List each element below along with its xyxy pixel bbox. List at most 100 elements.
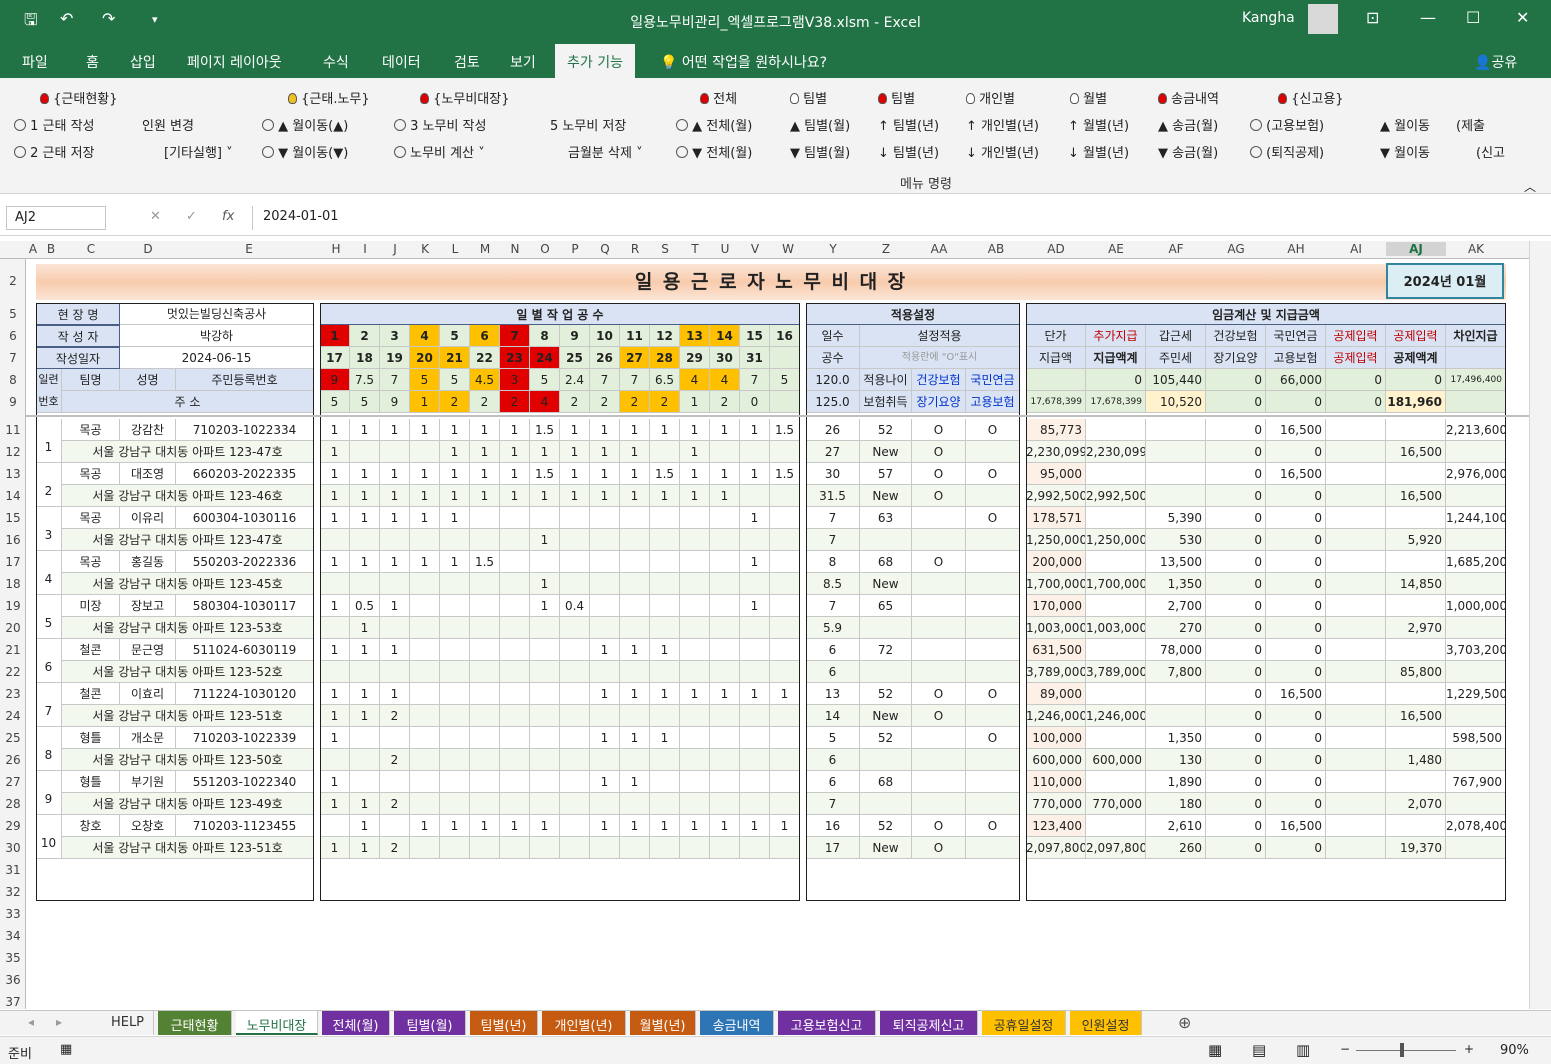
work-hours[interactable]	[680, 771, 710, 793]
address-cell[interactable]: 서울 강남구 대치동 아파트 123-51호	[62, 705, 314, 727]
share-button[interactable]: 👤공유	[1474, 52, 1517, 72]
apply-employment[interactable]	[966, 705, 1020, 727]
work-hours[interactable]	[410, 837, 440, 859]
work-hours[interactable]	[680, 617, 710, 639]
work-hours[interactable]	[500, 793, 530, 815]
work-hours[interactable]: 1	[470, 441, 500, 463]
row-header-8[interactable]: 8	[0, 369, 26, 391]
work-hours[interactable]	[740, 705, 770, 727]
work-hours[interactable]	[680, 595, 710, 617]
work-hours[interactable]	[530, 793, 560, 815]
apply-employment[interactable]	[966, 793, 1020, 815]
sheet-tab[interactable]: 월별(년)	[630, 1011, 696, 1035]
pay-cell[interactable]	[1386, 507, 1446, 529]
apply-employment[interactable]	[966, 837, 1020, 859]
work-hours[interactable]	[560, 683, 590, 705]
work-hours[interactable]	[590, 529, 620, 551]
work-hours[interactable]	[440, 529, 470, 551]
work-hours[interactable]	[770, 837, 800, 859]
ribbon-command-35[interactable]: ▲ 월이동	[1380, 115, 1430, 134]
pay-cell[interactable]: 14,850	[1386, 573, 1446, 595]
column-header-U[interactable]: U	[710, 242, 740, 256]
name-cell[interactable]: 홍길동	[120, 551, 176, 573]
apply-health[interactable]	[912, 595, 966, 617]
work-hours[interactable]	[680, 837, 710, 859]
work-hours[interactable]: 0.5	[350, 595, 380, 617]
work-hours[interactable]	[470, 683, 500, 705]
team-cell[interactable]: 창호	[62, 815, 120, 837]
id-cell[interactable]: 710203-1022339	[176, 727, 314, 749]
radio-icon[interactable]	[676, 146, 688, 158]
sheet-tab[interactable]: 개인별(년)	[542, 1011, 626, 1035]
work-hours[interactable]	[440, 793, 470, 815]
ribbon-command-9[interactable]: {노무비대장}	[420, 88, 509, 107]
work-hours[interactable]	[680, 639, 710, 661]
work-hours[interactable]	[740, 529, 770, 551]
apply-employment[interactable]	[966, 573, 1020, 595]
ribbon-command-15[interactable]: ▲ 전체(월)	[676, 115, 752, 134]
name-cell[interactable]: 대조영	[120, 463, 176, 485]
work-hours[interactable]: 2	[380, 793, 410, 815]
apply-ltc[interactable]	[912, 793, 966, 815]
work-hours[interactable]: 1.5	[770, 463, 800, 485]
work-hours[interactable]	[590, 507, 620, 529]
work-hours[interactable]: 1	[320, 793, 350, 815]
name-cell[interactable]: 이효리	[120, 683, 176, 705]
formula-input[interactable]: 2024-01-01	[252, 206, 1544, 230]
pay-cell[interactable]	[1326, 705, 1386, 727]
user-name[interactable]: Kangha	[1242, 10, 1295, 26]
work-hours[interactable]: 1	[350, 485, 380, 507]
pay-cell[interactable]	[1386, 639, 1446, 661]
ribbon-command-26[interactable]: 월별	[1070, 88, 1107, 107]
work-hours[interactable]: 1	[440, 485, 470, 507]
apply-employment[interactable]	[966, 749, 1020, 771]
page-layout-view-icon[interactable]: ▤	[1252, 1041, 1266, 1059]
apply-ltc[interactable]: O	[912, 837, 966, 859]
tab-addins[interactable]: 추가 기능	[555, 44, 635, 78]
work-hours[interactable]: 1	[590, 771, 620, 793]
work-hours[interactable]	[410, 793, 440, 815]
radio-icon[interactable]	[394, 146, 406, 158]
name-cell[interactable]: 장보고	[120, 595, 176, 617]
work-hours[interactable]	[590, 837, 620, 859]
work-hours[interactable]	[740, 749, 770, 771]
work-hours[interactable]	[440, 573, 470, 595]
ribbon-command-8[interactable]: ▼ 월이동(▼)	[262, 142, 348, 161]
work-hours[interactable]: 1	[320, 639, 350, 661]
pay-cell[interactable]	[1386, 419, 1446, 441]
work-hours[interactable]	[770, 727, 800, 749]
column-header-I[interactable]: I	[350, 242, 380, 256]
work-hours[interactable]	[560, 529, 590, 551]
zoom-slider[interactable]	[1356, 1050, 1456, 1051]
pay-cell[interactable]	[1326, 485, 1386, 507]
work-hours[interactable]	[770, 573, 800, 595]
row-header-29[interactable]: 29	[0, 815, 26, 837]
ribbon-command-36[interactable]: ▼ 월이동	[1380, 142, 1430, 161]
radio-icon[interactable]	[262, 119, 274, 131]
work-hours[interactable]	[500, 683, 530, 705]
work-hours[interactable]: 1.5	[770, 419, 800, 441]
row-header-21[interactable]: 21	[0, 639, 26, 661]
pay-cell[interactable]	[1326, 771, 1386, 793]
pay-cell[interactable]	[1326, 463, 1386, 485]
work-hours[interactable]	[710, 529, 740, 551]
work-hours[interactable]	[560, 661, 590, 683]
team-cell[interactable]: 철콘	[62, 639, 120, 661]
apply-ltc[interactable]: O	[912, 441, 966, 463]
work-hours[interactable]: 1	[350, 815, 380, 837]
address-cell[interactable]: 서울 강남구 대치동 아파트 123-51호	[62, 837, 314, 859]
ribbon-command-17[interactable]: 팀별	[790, 88, 827, 107]
work-hours[interactable]	[500, 507, 530, 529]
work-hours[interactable]	[440, 705, 470, 727]
column-header-D[interactable]: D	[120, 242, 176, 256]
id-cell[interactable]: 660203-2022335	[176, 463, 314, 485]
work-hours[interactable]	[530, 551, 560, 573]
work-hours[interactable]: 1	[650, 419, 680, 441]
work-hours[interactable]	[680, 749, 710, 771]
work-hours[interactable]	[590, 617, 620, 639]
column-header-AH[interactable]: AH	[1266, 242, 1326, 256]
work-hours[interactable]	[500, 529, 530, 551]
work-hours[interactable]: 1	[350, 419, 380, 441]
work-hours[interactable]	[770, 705, 800, 727]
radio-icon[interactable]	[1250, 119, 1262, 131]
